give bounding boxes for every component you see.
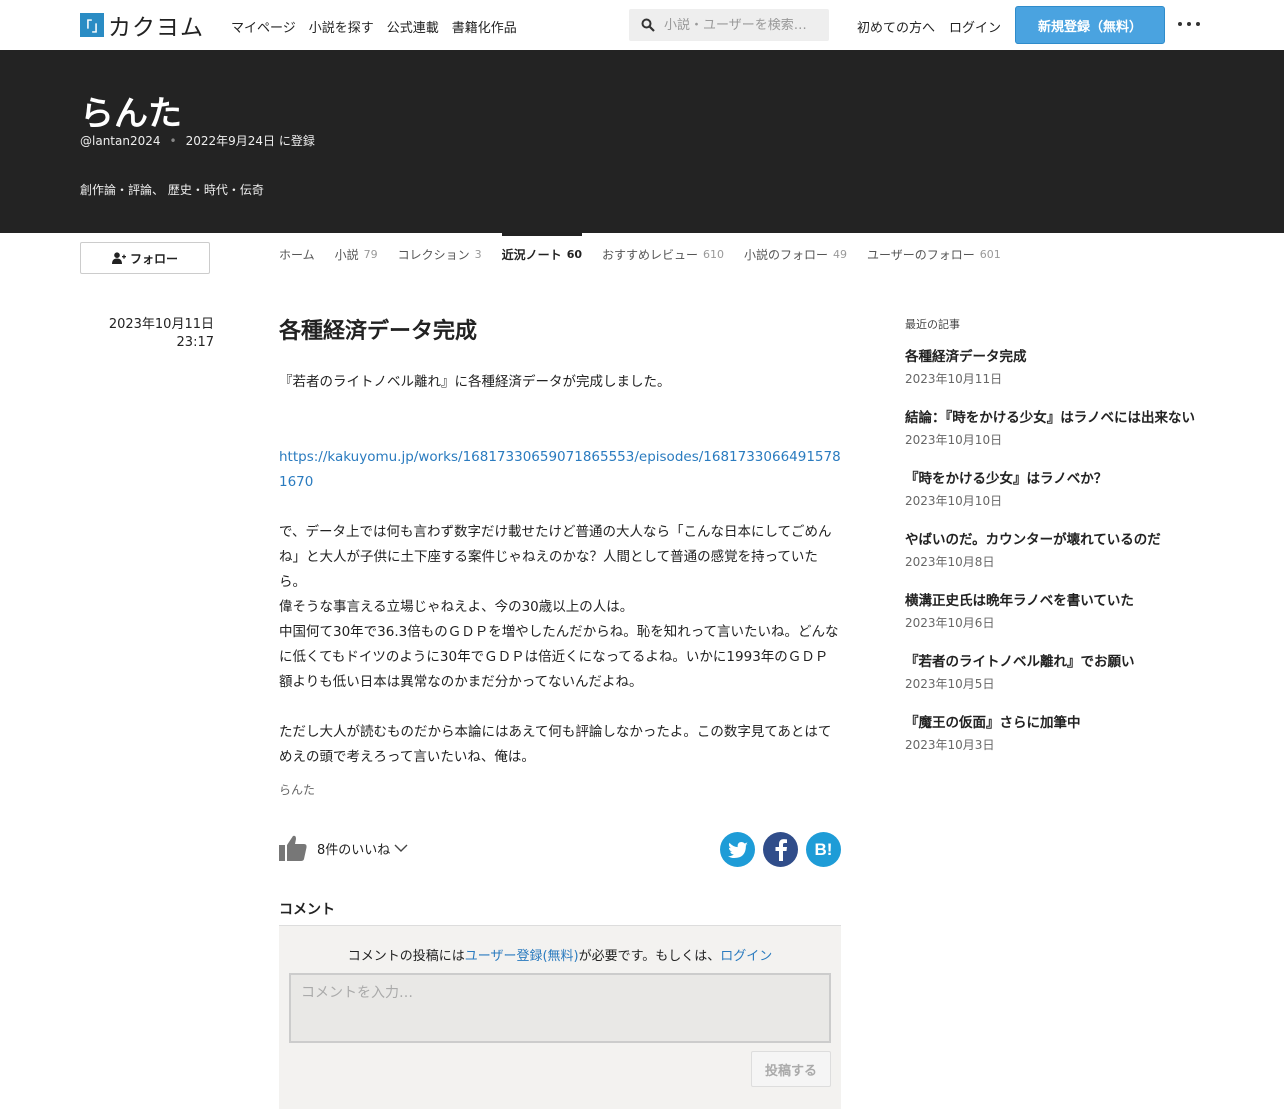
paragraph: 『若者のライトノベル離れ』に各種経済データが完成しました。 [279,374,671,390]
article-body: 『若者のライトノベル離れ』に各種経済データが完成しました。 https://ka… [279,370,841,770]
tab-count: 610 [703,247,725,261]
nav-mypage[interactable]: マイページ [231,17,296,36]
facebook-share-button[interactable] [763,832,798,867]
nav-official-serial[interactable]: 公式連載 [387,17,439,36]
profile-meta: @lantan2024 • 2022年9月24日 に登録 [80,132,315,149]
tab-count: 79 [363,247,378,261]
hatena-icon: B! [814,839,833,859]
tab-count: 3 [474,247,482,261]
login-link[interactable]: ログイン [949,17,1001,36]
article-author[interactable]: らんた [279,781,315,798]
recent-post-title[interactable]: 各種経済データ完成 [905,348,1205,366]
recent-post-date: 2023年10月5日 [905,677,995,691]
tab-collections[interactable]: コレクション 3 [398,232,482,276]
article-title: 各種経済データ完成 [279,319,478,344]
recent-post-date: 2023年10月10日 [905,494,1003,508]
recent-post-item[interactable]: やばいのだ。カウンターが壊れているのだ 2023年10月8日 [905,531,1205,570]
profile-joined: 2022年9月24日 に登録 [185,134,315,148]
sidebar-heading: 最近の記事 [905,318,960,331]
twitter-icon [727,841,748,858]
separator-dot: • [169,133,177,148]
follow-button[interactable]: フォロー [80,242,210,274]
tab-count: 49 [833,247,848,261]
recent-post-date: 2023年10月3日 [905,738,995,752]
profile-handle: @lantan2024 [80,133,161,148]
recent-post-item[interactable]: 『時をかける少女』はラノベか？ 2023年10月10日 [905,470,1205,509]
like-control[interactable]: 8件のいいね [279,835,408,861]
recent-post-title[interactable]: 横溝正史氏は晩年ラノベを書いていた [905,592,1205,610]
tab-count: 60 [566,247,582,261]
post-date-time: 23:17 [176,335,214,350]
recent-post-date: 2023年10月10日 [905,433,1003,447]
tab-followed-novels[interactable]: 小説のフォロー 49 [744,232,847,276]
facebook-icon [775,838,787,861]
hatena-bookmark-button[interactable]: B! [806,832,841,867]
recent-post-title[interactable]: 『若者のライトノベル離れ』でお願い [905,653,1205,671]
top-nav: マイページ 小説を探す 公式連載 書籍化作品 [231,17,517,36]
paragraph: で、データ上では何も言わず数字だけ載せたけど普通の大人なら「こんな日本にしてごめ… [279,524,832,590]
profile-genres: 創作論・評論、 歴史・時代・伝奇 [80,183,264,197]
recent-post-date: 2023年10月8日 [905,555,995,569]
comment-box: コメントの投稿にはユーザー登録(無料)が必要です。もしくは、ログイン 投稿する [279,926,841,1109]
comment-login-link[interactable]: ログイン [720,949,772,964]
thumbs-up-icon[interactable] [279,835,307,861]
comment-heading: コメント [279,902,335,918]
comment-input[interactable] [289,973,831,1043]
tab-count: 601 [979,247,1001,261]
recent-post-title[interactable]: やばいのだ。カウンターが壊れているのだ [905,531,1205,549]
like-count[interactable]: 8件のいいね [317,839,390,858]
more-menu-icon[interactable] [1178,14,1200,34]
recent-post-title[interactable]: 『時をかける少女』はラノベか？ [905,470,1205,488]
recent-post-title[interactable]: 結論：『時をかける少女』はラノベには出来ない [905,409,1205,427]
tab-reviews[interactable]: おすすめレビュー 610 [602,232,724,276]
post-date: 2023年10月11日 23:17 [80,316,214,352]
recent-post-item[interactable]: 『若者のライトノベル離れ』でお願い 2023年10月5日 [905,653,1205,692]
recent-post-date: 2023年10月11日 [905,372,1003,386]
add-user-icon [111,252,126,264]
post-date-day: 2023年10月11日 [108,317,214,332]
top-bar: 「」 カクヨム マイページ 小説を探す 公式連載 書籍化作品 初めての方へ ログ… [0,0,1284,50]
recent-posts-sidebar: 最近の記事 各種経済データ完成 2023年10月11日 結論：『時をかける少女』… [905,316,1205,775]
register-link[interactable]: ユーザー登録(無料) [465,949,579,964]
paragraph: 中国何て30年で36.3倍ものＧＤＰを増やしたんだからね。恥を知れって言いたいね… [279,624,839,690]
post-comment-button[interactable]: 投稿する [751,1051,831,1087]
tab-novels[interactable]: 小説 79 [335,232,378,276]
logo-text: カクヨム [108,15,204,41]
episode-link[interactable]: https://kakuyomu.jp/works/16817330659071… [279,449,841,490]
profile-header: らんた @lantan2024 • 2022年9月24日 に登録 創作論・評論、… [0,50,1284,233]
logo-mark: 「」 [79,13,105,37]
recent-post-date: 2023年10月6日 [905,616,995,630]
recent-post-item[interactable]: 結論：『時をかける少女』はラノベには出来ない 2023年10月10日 [905,409,1205,448]
recent-post-title[interactable]: 『魔王の仮面』さらに加筆中 [905,714,1205,732]
paragraph: 偉そうな事言える立場じゃねえよ、今の30歳以上の人は。 [279,599,634,615]
twitter-share-button[interactable] [720,832,755,867]
register-button[interactable]: 新規登録（無料） [1015,6,1165,44]
follow-label: フォロー [129,251,178,266]
nav-find-novels[interactable]: 小説を探す [309,17,374,36]
search-box[interactable] [629,9,829,41]
recent-post-item[interactable]: 横溝正史氏は晩年ラノベを書いていた 2023年10月6日 [905,592,1205,631]
profile-tabs: ホーム 小説 79 コレクション 3 近況ノート 60 おすすめレビュー 610 小説の… [279,232,1001,276]
tab-news-notes[interactable]: 近況ノート 60 [501,232,583,276]
search-icon [641,18,655,32]
paragraph: ただし大人が読むものだから本論にはあえて何も評論しなかったよ。この数字見てあとは… [279,724,832,765]
tab-home[interactable]: ホーム [279,232,315,276]
recent-post-item[interactable]: 『魔王の仮面』さらに加筆中 2023年10月3日 [905,714,1205,753]
site-logo[interactable]: 「」 カクヨム [79,12,204,41]
article: 各種経済データ完成 『若者のライトノベル離れ』に各種経済データが完成しました。 … [279,316,841,770]
tab-followed-users[interactable]: ユーザーのフォロー 601 [867,232,1001,276]
nav-published-works[interactable]: 書籍化作品 [452,17,517,36]
search-input[interactable] [664,17,824,33]
comment-login-message: コメントの投稿にはユーザー登録(無料)が必要です。もしくは、ログイン [347,949,773,964]
profile-name[interactable]: らんた [80,86,182,135]
first-time-link[interactable]: 初めての方へ [857,17,935,36]
recent-post-item[interactable]: 各種経済データ完成 2023年10月11日 [905,348,1205,387]
chevron-down-icon[interactable] [394,843,408,853]
